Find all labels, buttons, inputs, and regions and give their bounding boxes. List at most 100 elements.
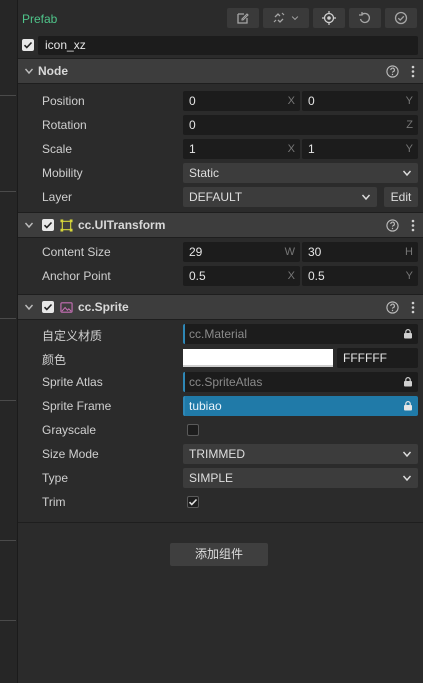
scale-label: Scale [42,142,73,156]
uitransform-enabled-checkbox[interactable] [42,219,54,231]
checkmark-icon [23,41,33,49]
custom-material-field[interactable]: cc.Material [183,324,418,344]
sprite-atlas-value: cc.SpriteAtlas [189,375,263,389]
chevron-down-icon [402,451,412,458]
scale-y-input[interactable]: 1 Y [302,139,418,159]
anchor-point-label: Anchor Point [42,269,111,283]
uitransform-icon [60,218,73,232]
anchor-y-value: 0.5 [308,269,325,283]
node-section-header[interactable]: Node [18,58,423,84]
sprite-frame-row: Sprite Frame tubiao [18,394,423,418]
mobility-value: Static [189,166,220,180]
edit-layer-button[interactable]: Edit [384,187,418,207]
layer-label: Layer [42,190,73,204]
content-size-width-input[interactable]: 29 W [183,242,300,262]
uitransform-section-header[interactable]: cc.UITransform [18,212,423,238]
rotation-z-input[interactable]: 0 Z [183,115,418,135]
h-axis-label: H [405,246,413,258]
prefab-tool-group [227,8,417,28]
position-y-input[interactable]: 0 Y [302,91,418,111]
sprite-enabled-checkbox[interactable] [42,301,54,313]
more-menu-icon[interactable] [411,301,415,314]
z-axis-label: Z [406,119,413,131]
asset-lock-icon[interactable] [403,329,413,339]
position-x-value: 0 [189,94,196,108]
edit-icon [237,13,249,24]
help-icon[interactable] [386,65,399,78]
color-hex-input[interactable]: FFFFFF [337,348,418,368]
grayscale-checkbox[interactable] [187,424,199,436]
anchor-x-input[interactable]: 0.5 X [183,266,300,286]
type-row: Type SIMPLE [18,466,423,490]
uitransform-section-title: cc.UITransform [78,218,166,232]
inspector-panel: Prefab icon_xz Node Position 0 X 0 Y Rot… [18,0,423,683]
custom-material-row: 自定义材质 cc.Material [18,322,423,346]
sprite-section-title: cc.Sprite [78,300,129,314]
type-select[interactable]: SIMPLE [183,468,418,488]
custom-material-label: 自定义材质 [42,329,103,343]
x-axis-label: X [287,143,295,155]
scale-row: Scale 1 X 1 Y [18,137,423,161]
asset-lock-icon[interactable] [403,377,413,387]
unlink-icon [273,12,285,23]
locate-prefab-button[interactable] [313,8,345,28]
sprite-frame-field[interactable]: tubiao [183,396,418,416]
more-menu-icon[interactable] [411,65,415,78]
edit-prefab-button[interactable] [227,8,259,28]
rotation-z-value: 0 [189,118,196,132]
position-row: Position 0 X 0 Y [18,89,423,113]
content-size-row: Content Size 29 W 30 H [18,240,423,264]
unlink-prefab-button[interactable] [263,8,309,28]
prefab-toolbar: Prefab [18,0,423,37]
content-size-label: Content Size [42,245,111,259]
add-component-row: 添加组件 [18,523,423,583]
scene-gutter [0,0,18,683]
trim-checkbox[interactable] [187,496,199,508]
mobility-select[interactable]: Static [183,163,418,183]
rotation-label: Rotation [42,118,87,132]
position-x-input[interactable]: 0 X [183,91,300,111]
sprite-atlas-field[interactable]: cc.SpriteAtlas [183,372,418,392]
prefab-label: Prefab [22,12,58,26]
apply-icon [394,11,408,25]
chevron-down-icon [402,475,412,482]
mobility-label: Mobility [42,166,83,180]
help-icon[interactable] [386,301,399,314]
content-size-height-input[interactable]: 30 H [302,242,418,262]
trim-row: Trim [18,490,423,514]
type-label: Type [42,471,69,485]
revert-prefab-button[interactable] [349,8,381,28]
scale-x-input[interactable]: 1 X [183,139,300,159]
add-component-button[interactable]: 添加组件 [170,543,268,566]
w-axis-label: W [284,246,295,258]
rotation-row: Rotation 0 Z [18,113,423,137]
chevron-down-icon [291,16,299,21]
trim-label: Trim [42,495,66,509]
y-axis-label: Y [405,143,413,155]
node-name-input[interactable]: icon_xz [38,36,418,55]
node-active-checkbox[interactable] [22,39,34,51]
layer-row: Layer DEFAULT Edit [18,185,423,209]
sprite-icon [60,301,73,313]
help-icon[interactable] [386,219,399,232]
scale-x-value: 1 [189,142,196,156]
size-mode-row: Size Mode TRIMMED [18,442,423,466]
color-row: 颜色 FFFFFF [18,346,423,370]
revert-icon [359,12,371,24]
locate-icon [322,11,336,25]
size-mode-select[interactable]: TRIMMED [183,444,418,464]
node-section-title: Node [38,64,68,78]
layer-select[interactable]: DEFAULT [183,187,377,207]
anchor-x-value: 0.5 [189,269,206,283]
content-size-height-value: 30 [308,245,322,259]
sprite-section-header[interactable]: cc.Sprite [18,294,423,320]
color-swatch[interactable] [183,349,333,367]
size-mode-value: TRIMMED [189,447,245,461]
asset-lock-icon[interactable] [403,401,413,411]
sprite-frame-value: tubiao [189,399,222,413]
apply-prefab-button[interactable] [385,8,417,28]
anchor-y-input[interactable]: 0.5 Y [302,266,418,286]
scale-y-value: 1 [308,142,315,156]
sprite-atlas-label: Sprite Atlas [42,375,103,389]
more-menu-icon[interactable] [411,219,415,232]
